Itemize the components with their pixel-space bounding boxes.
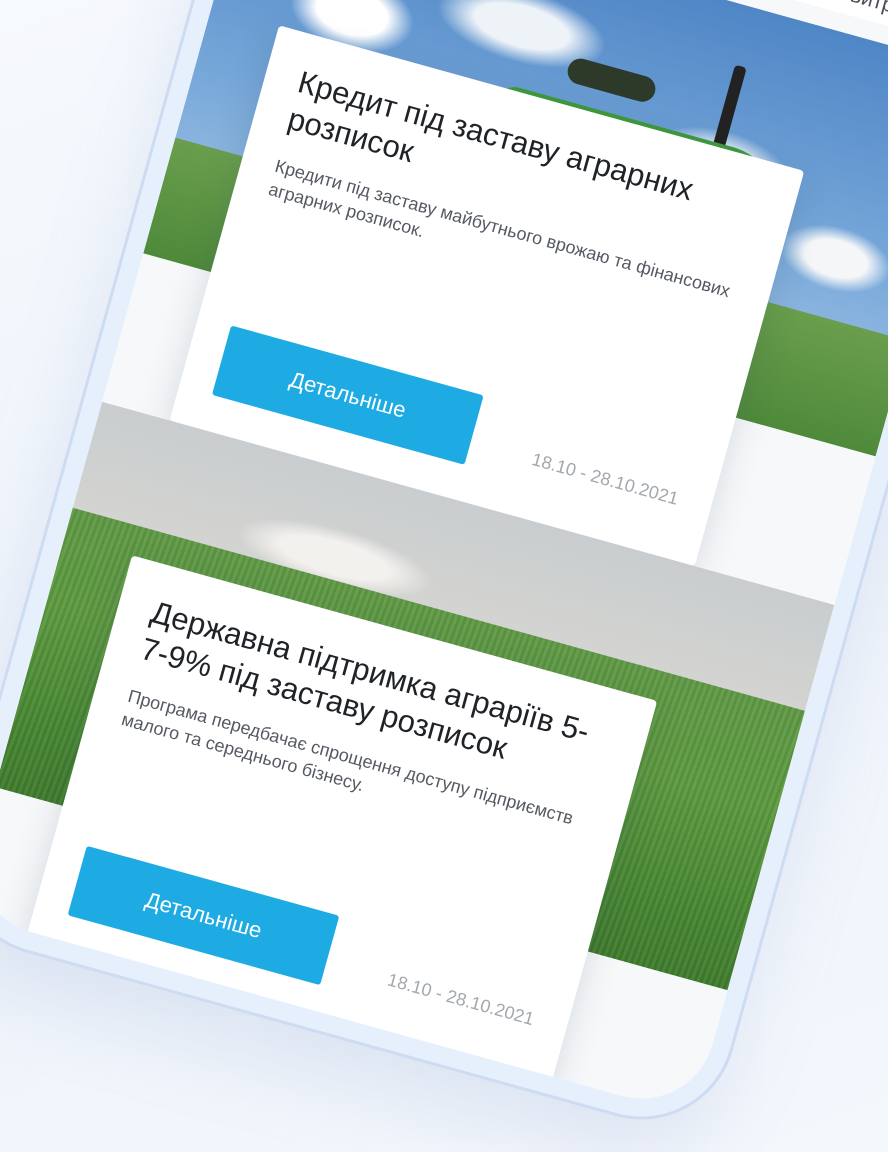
card-footer: Детальніше 18.10 - 28.10.2021 <box>67 845 547 1043</box>
date-range: 18.10 - 28.10.2021 <box>385 969 537 1030</box>
date-range: 18.10 - 28.10.2021 <box>529 449 681 509</box>
details-button[interactable]: Детальніше <box>67 845 340 986</box>
previous-card-text: их витратах <box>821 0 888 29</box>
phone-mockup: их витратах Кредит під заставу аграрних … <box>0 0 888 1138</box>
app-screen: их витратах Кредит під заставу аграрних … <box>0 0 888 1116</box>
